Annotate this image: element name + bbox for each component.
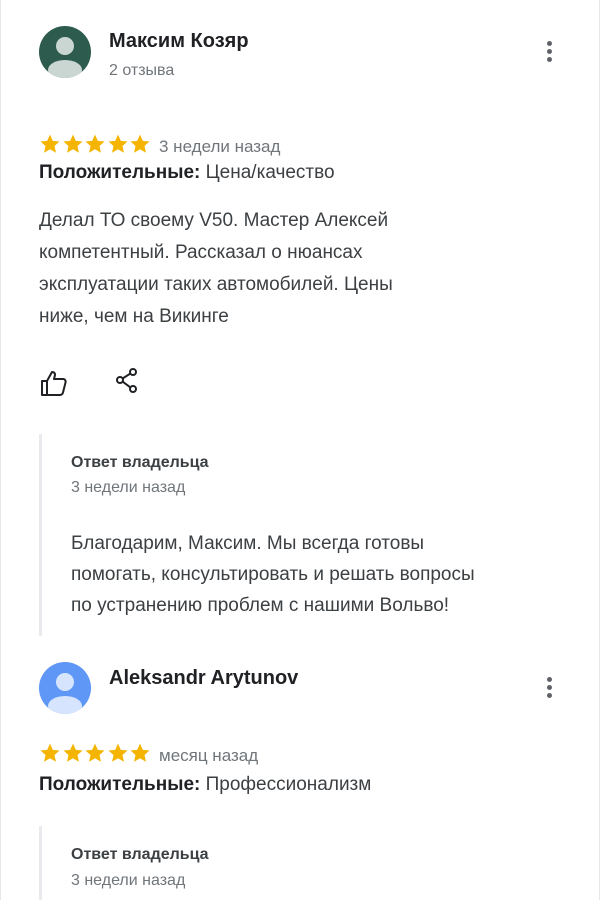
author-name[interactable]: Aleksandr Arytunov <box>109 667 298 690</box>
more-options-button[interactable] <box>534 36 564 70</box>
author-name[interactable]: Максим Козяр <box>109 30 249 53</box>
author-review-count[interactable]: 2 отзыва <box>109 62 174 80</box>
positives-label: Положительные: <box>39 774 201 795</box>
positives-value: Профессионализм <box>205 774 372 795</box>
star-icon <box>130 743 150 762</box>
owner-reply-text: Благодарим, Максим. Мы всегда готовы пом… <box>71 528 571 621</box>
review-text-line: эксплуатации таких автомобилей. Цены <box>39 274 393 295</box>
owner-reply-date: 3 недели назад <box>71 872 186 889</box>
star-icon <box>108 743 128 762</box>
review-date: 3 недели назад <box>159 137 281 156</box>
share-icon <box>116 368 137 393</box>
star-icon <box>130 134 150 153</box>
review-text-line: Делал ТО своему V50. Мастер Алексей <box>39 210 389 231</box>
positives-value: Цена/качество <box>205 162 335 183</box>
like-button[interactable] <box>39 368 69 398</box>
more-options-button[interactable] <box>534 672 564 706</box>
positives-row: Положительные: Профессионализм <box>39 774 371 796</box>
avatar[interactable] <box>39 662 91 714</box>
star-icon <box>63 743 83 762</box>
star-icon <box>40 743 60 762</box>
owner-reply: Ответ владельца 3 недели назад Благодари… <box>39 434 579 636</box>
owner-reply-date: 3 недели назад <box>71 479 186 496</box>
user-avatar-icon <box>39 662 91 714</box>
positives-row: Положительные: Цена/качество <box>39 162 335 184</box>
review-date: месяц назад <box>159 746 259 765</box>
star-icon <box>108 134 128 153</box>
owner-reply-title: Ответ владельца <box>71 846 209 863</box>
avatar[interactable] <box>39 26 91 78</box>
star-rating <box>39 133 152 157</box>
star-icon <box>85 134 105 153</box>
thumbs-up-icon <box>41 371 67 396</box>
user-avatar-icon <box>39 26 91 78</box>
more-vert-icon <box>547 41 552 46</box>
share-button[interactable] <box>113 366 143 396</box>
reply-text-line: помогать, консультировать и решать вопро… <box>71 564 475 585</box>
review-text-line: компетентный. Рассказал о нюансах <box>39 242 363 263</box>
star-rating <box>39 742 152 766</box>
review-text-line: ниже, чем на Викинге <box>39 306 229 327</box>
owner-reply-title: Ответ владельца <box>71 454 209 471</box>
owner-reply: Ответ владельца 3 недели назад <box>39 826 579 900</box>
positives-label: Положительные: <box>39 162 201 183</box>
star-icon <box>63 134 83 153</box>
star-icon <box>40 134 60 153</box>
reply-text-line: Благодарим, Максим. Мы всегда готовы <box>71 533 425 554</box>
star-icon <box>85 743 105 762</box>
review-text: Делал ТО своему V50. Мастер Алексей комп… <box>39 205 509 333</box>
more-vert-icon <box>547 677 552 682</box>
reply-text-line: по устранению проблем с нашими Вольво! <box>71 595 450 616</box>
reviews-page: Максим Козяр 2 отзыва 3 недели назад Пол… <box>0 0 600 900</box>
